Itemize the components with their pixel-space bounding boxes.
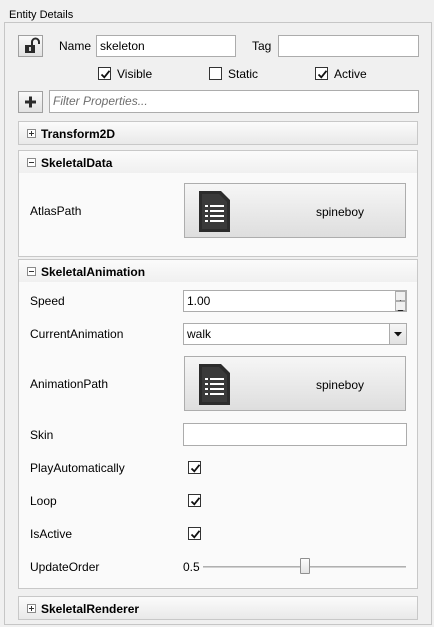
current-animation-value: walk: [187, 327, 212, 341]
animation-path-value: spineboy: [315, 378, 365, 392]
document-icon: [199, 191, 230, 232]
document-icon: [199, 364, 230, 405]
tag-field[interactable]: [278, 35, 419, 57]
play-automatically-checkbox[interactable]: [188, 461, 201, 474]
skeletal-data-title: SkeletalData: [41, 156, 113, 170]
filter-properties-input[interactable]: Filter Properties...: [49, 90, 419, 113]
lock-button[interactable]: [18, 35, 43, 57]
skeletal-animation-title: SkeletalAnimation: [41, 265, 146, 279]
atlas-path-label: AtlasPath: [30, 204, 82, 218]
collapse-icon[interactable]: [27, 158, 36, 167]
expand-icon[interactable]: [27, 604, 36, 613]
skin-label: Skin: [30, 428, 54, 442]
chevron-down-icon: [394, 332, 402, 337]
update-order-slider[interactable]: [203, 558, 406, 576]
loop-label: Loop: [30, 494, 57, 508]
name-field[interactable]: skeleton: [96, 35, 236, 57]
is-active-label: IsActive: [30, 527, 73, 541]
active-label: Active: [334, 67, 367, 81]
speed-label: Speed: [30, 294, 65, 308]
name-label: Name: [59, 39, 92, 53]
play-automatically-label: PlayAutomatically: [30, 461, 125, 475]
animation-path-button[interactable]: spineboy: [184, 356, 406, 411]
spin-down-button[interactable]: [395, 301, 406, 311]
static-label: Static: [228, 67, 259, 81]
add-component-button[interactable]: [18, 91, 43, 113]
checkmark-icon: [190, 497, 201, 506]
current-animation-select[interactable]: walk: [183, 323, 407, 345]
slider-thumb[interactable]: [300, 558, 310, 574]
skeletal-renderer-title: SkeletalRenderer: [41, 602, 140, 616]
skeletal-animation-header[interactable]: SkeletalAnimation: [18, 259, 418, 283]
expand-icon[interactable]: [27, 129, 36, 138]
static-checkbox[interactable]: [209, 67, 222, 80]
plus-icon: [25, 96, 36, 108]
skin-field[interactable]: [183, 423, 407, 446]
current-animation-label: CurrentAnimation: [30, 327, 124, 341]
skeletal-data-header[interactable]: SkeletalData: [18, 150, 418, 174]
is-active-checkbox[interactable]: [188, 527, 201, 540]
transform2d-title: Transform2D: [41, 127, 116, 141]
loop-checkbox[interactable]: [188, 494, 201, 507]
spin-up-button[interactable]: [395, 291, 406, 304]
checkmark-icon: [317, 70, 328, 79]
transform2d-header[interactable]: Transform2D: [18, 121, 418, 145]
checkmark-icon: [190, 464, 201, 473]
visible-checkbox[interactable]: [98, 67, 111, 80]
speed-value: 1.00: [187, 294, 211, 308]
atlas-path-value: spineboy: [315, 205, 365, 219]
dropdown-button[interactable]: [389, 324, 406, 344]
animation-path-label: AnimationPath: [30, 377, 109, 391]
visible-label: Visible: [117, 67, 153, 81]
unlocked-padlock-icon: [25, 37, 40, 53]
speed-spinbox[interactable]: 1.00: [183, 290, 407, 312]
collapse-icon[interactable]: [27, 267, 36, 276]
update-order-label: UpdateOrder: [30, 560, 100, 574]
tag-label: Tag: [252, 39, 272, 53]
update-order-value: 0.5: [183, 560, 200, 574]
active-checkbox[interactable]: [315, 67, 328, 80]
checkmark-icon: [190, 530, 201, 539]
skeletal-renderer-header[interactable]: SkeletalRenderer: [18, 596, 418, 620]
checkmark-icon: [100, 70, 111, 79]
atlas-path-button[interactable]: spineboy: [184, 183, 406, 238]
panel-title: Entity Details: [9, 9, 74, 21]
triangle-down-icon: [397, 310, 404, 311]
